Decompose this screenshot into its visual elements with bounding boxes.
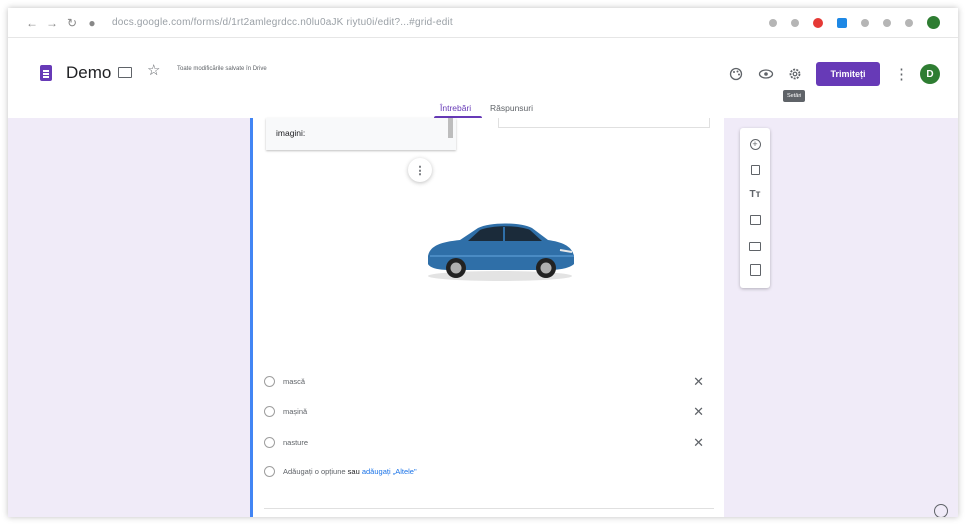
reload-icon[interactable]: ↻ bbox=[62, 16, 82, 30]
radio-button[interactable] bbox=[264, 376, 275, 387]
question-card[interactable]: imagini: ⋮ mască ✕ mașină ✕ nasture ✕ Ad… bbox=[250, 118, 724, 517]
send-button[interactable]: Trimiteți bbox=[816, 62, 880, 86]
option-label[interactable]: mașină bbox=[283, 407, 307, 416]
eye-icon[interactable] bbox=[757, 65, 775, 83]
scrollbar[interactable] bbox=[448, 118, 453, 138]
add-option-row: Adăugați o opțiune sau adăugați „Altele" bbox=[264, 464, 704, 480]
palette-icon[interactable] bbox=[727, 65, 745, 83]
browser-bar: ← → ↻ ● docs.google.com/forms/d/1rt2amle… bbox=[8, 8, 958, 38]
radio-button[interactable] bbox=[264, 437, 275, 448]
radio-button[interactable] bbox=[264, 406, 275, 417]
image-options-button[interactable]: ⋮ bbox=[408, 158, 432, 182]
floating-toolbar: + Tт bbox=[740, 128, 770, 288]
extension-icon[interactable] bbox=[861, 18, 869, 27]
close-icon[interactable]: ✕ bbox=[693, 374, 704, 390]
save-status: Toate modificările salvate în Drive bbox=[177, 66, 267, 72]
form-tabs: Întrebări Răspunsuri bbox=[8, 100, 958, 119]
car-image bbox=[428, 223, 574, 281]
add-other-link[interactable]: adăugați „Altele" bbox=[362, 467, 417, 476]
section-icon[interactable] bbox=[747, 262, 763, 278]
tab-questions[interactable]: Întrebări bbox=[440, 103, 471, 113]
url-bar[interactable]: docs.google.com/forms/d/1rt2amlegrdcc.n0… bbox=[112, 17, 453, 28]
avatar[interactable]: D bbox=[920, 64, 940, 84]
question-text: imagini: bbox=[276, 128, 306, 138]
profile-icon[interactable] bbox=[927, 16, 940, 29]
tab-responses[interactable]: Răspunsuri bbox=[490, 103, 533, 113]
help-icon[interactable] bbox=[934, 504, 948, 517]
screenshot-frame: ← → ↻ ● docs.google.com/forms/d/1rt2amle… bbox=[8, 8, 958, 517]
more-vert-icon: ⋮ bbox=[414, 164, 426, 177]
text-icon[interactable]: Tт bbox=[747, 186, 763, 202]
forms-logo-icon[interactable] bbox=[40, 65, 52, 81]
forward-icon[interactable]: → bbox=[42, 16, 62, 30]
add-option-label: Adăugați o opțiune sau adăugați „Altele" bbox=[283, 467, 417, 476]
star-icon[interactable]: ☆ bbox=[147, 61, 160, 79]
add-option-or: sau bbox=[347, 467, 360, 476]
back-icon[interactable]: ← bbox=[22, 16, 42, 30]
question-type-dropdown[interactable] bbox=[498, 118, 710, 128]
option-label[interactable]: mască bbox=[283, 377, 305, 386]
question-title-field[interactable]: imagini: bbox=[266, 118, 456, 150]
lock-icon: ● bbox=[88, 15, 96, 30]
extensions bbox=[769, 16, 940, 29]
card-footer bbox=[264, 508, 714, 517]
video-icon[interactable] bbox=[747, 238, 763, 254]
option-row: mască ✕ bbox=[264, 374, 704, 390]
option-row: mașină ✕ bbox=[264, 404, 704, 420]
option-row: nasture ✕ bbox=[264, 435, 704, 451]
extension-icon[interactable] bbox=[883, 18, 891, 27]
gear-icon[interactable] bbox=[786, 65, 804, 83]
import-icon[interactable] bbox=[747, 162, 763, 178]
folder-icon[interactable] bbox=[118, 67, 132, 78]
extension-red-icon[interactable] bbox=[813, 17, 823, 28]
extension-blue-icon[interactable] bbox=[837, 17, 847, 28]
cast-icon[interactable] bbox=[769, 18, 777, 27]
close-icon[interactable]: ✕ bbox=[693, 435, 704, 451]
bookmark-star-icon[interactable] bbox=[791, 18, 799, 27]
image-icon[interactable] bbox=[747, 212, 763, 228]
close-icon[interactable]: ✕ bbox=[693, 404, 704, 420]
option-label[interactable]: nasture bbox=[283, 438, 308, 447]
doc-title[interactable]: Demo bbox=[66, 63, 111, 83]
radio-button bbox=[264, 466, 275, 477]
menu-icon[interactable] bbox=[905, 18, 913, 27]
form-canvas: imagini: ⋮ mască ✕ mașină ✕ nasture ✕ Ad… bbox=[8, 118, 958, 517]
add-option-link[interactable]: Adăugați o opțiune bbox=[283, 467, 346, 476]
app-header: Demo ☆ Toate modificările salvate în Dri… bbox=[8, 38, 958, 119]
active-card-indicator bbox=[250, 118, 253, 517]
more-vert-icon[interactable]: ⋮ bbox=[894, 65, 909, 83]
add-circle-icon[interactable]: + bbox=[747, 136, 763, 152]
